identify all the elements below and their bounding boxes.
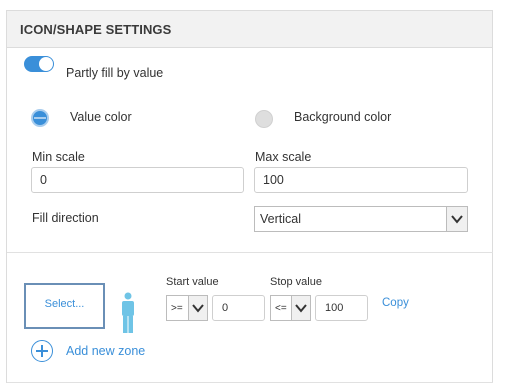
max-scale-label: Max scale [255, 150, 312, 164]
fill-direction-label: Fill direction [32, 211, 99, 225]
background-color-label: Background color [294, 110, 392, 124]
chevron-down-icon[interactable] [291, 296, 310, 320]
fill-direction-select[interactable]: Vertical [254, 206, 468, 232]
chevron-down-icon[interactable] [188, 296, 207, 320]
start-value-input[interactable]: 0 [212, 295, 265, 321]
person-icon [122, 292, 134, 333]
section-divider [7, 252, 493, 253]
select-icon-button[interactable]: Select... [24, 283, 105, 329]
bottom-divider [7, 382, 493, 383]
value-color-label: Value color [70, 110, 132, 124]
add-icon[interactable] [31, 340, 53, 362]
start-operator-value: >= [171, 303, 183, 314]
panel-header: ICON/SHAPE SETTINGS [7, 11, 492, 48]
partly-fill-toggle[interactable] [24, 56, 54, 72]
copy-link[interactable]: Copy [382, 297, 409, 309]
toggle-knob [39, 57, 53, 71]
stop-value-label: Stop value [270, 276, 322, 288]
chevron-down-icon[interactable] [446, 207, 467, 231]
stop-value-input[interactable]: 100 [315, 295, 368, 321]
max-scale-input[interactable] [254, 167, 468, 193]
start-operator-select[interactable]: >= [166, 295, 208, 321]
stop-operator-select[interactable]: <= [270, 295, 311, 321]
min-scale-label: Min scale [32, 150, 85, 164]
min-scale-input[interactable] [31, 167, 244, 193]
partly-fill-label: Partly fill by value [66, 66, 164, 80]
panel-title: ICON/SHAPE SETTINGS [20, 22, 172, 37]
value-color-radio[interactable] [31, 109, 49, 127]
fill-direction-value: Vertical [260, 212, 301, 226]
background-color-radio[interactable] [255, 110, 273, 128]
start-value-label: Start value [166, 276, 219, 288]
stop-operator-value: <= [275, 303, 287, 314]
add-new-zone-link[interactable]: Add new zone [66, 344, 145, 358]
select-icon-label: Select... [44, 298, 85, 310]
